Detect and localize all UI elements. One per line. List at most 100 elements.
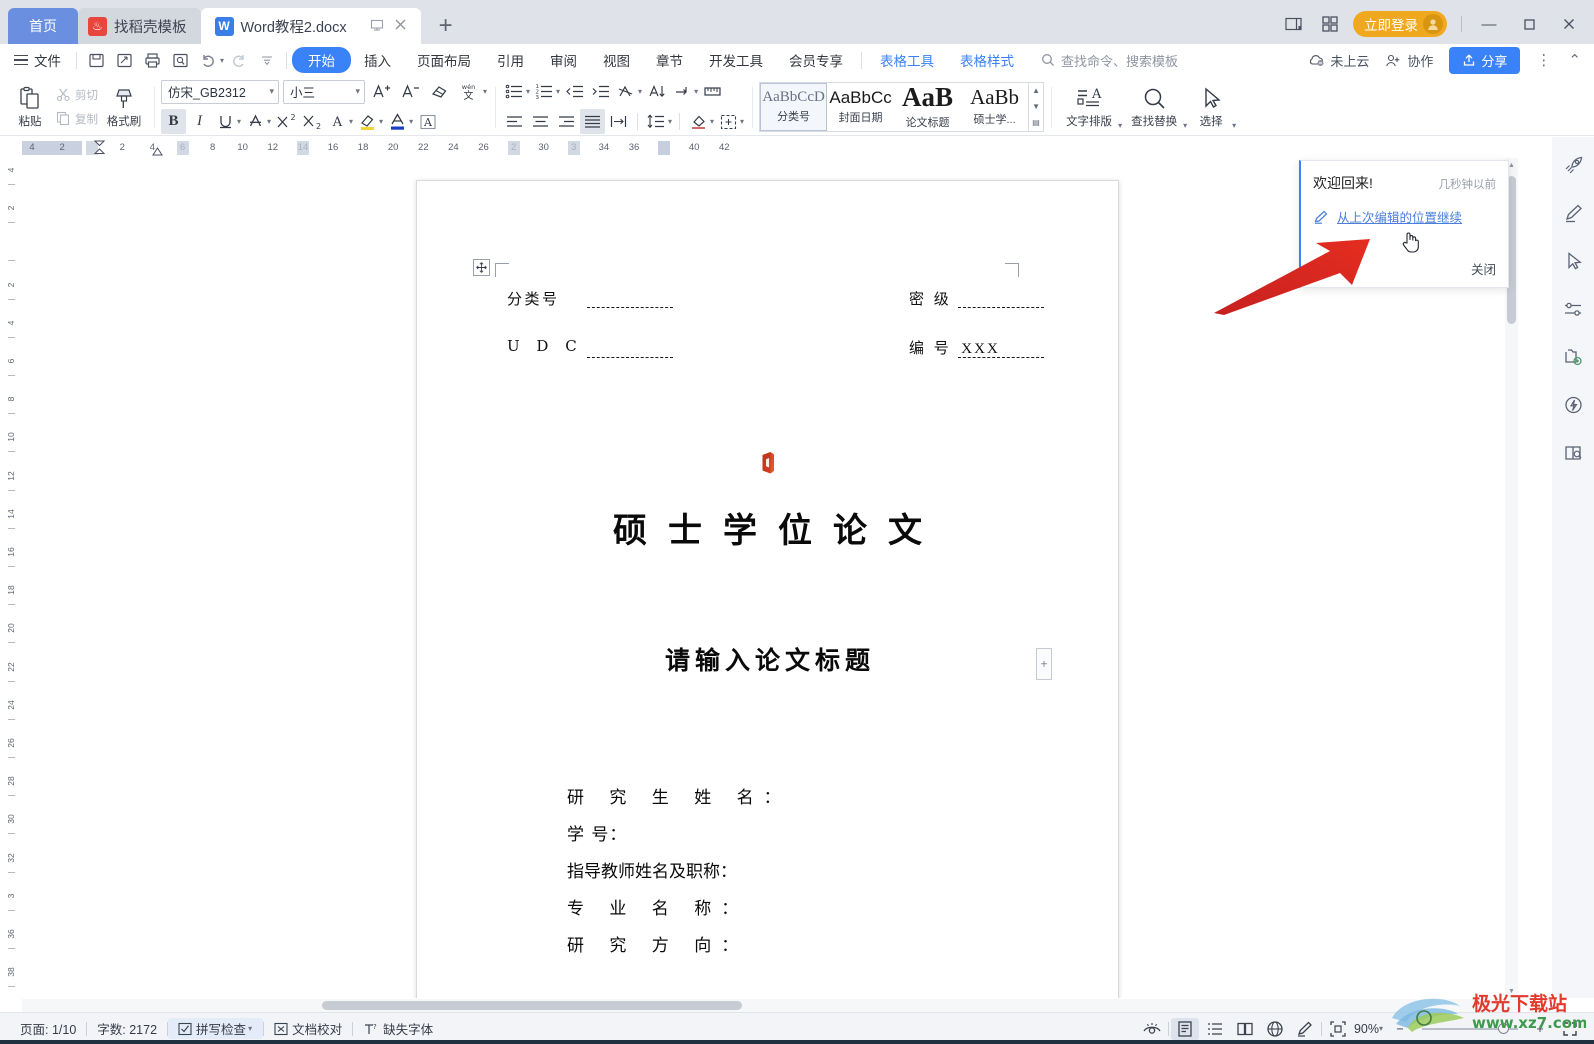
underline-dropdown-icon[interactable]: ▾ bbox=[237, 117, 241, 126]
character-border-button[interactable]: A bbox=[325, 109, 350, 134]
bullet-list-button[interactable] bbox=[502, 79, 527, 104]
print-preview-icon[interactable] bbox=[166, 48, 194, 72]
align-justify-button[interactable] bbox=[580, 109, 606, 134]
maximize-button[interactable] bbox=[1516, 13, 1542, 35]
align-right-button[interactable] bbox=[554, 109, 579, 134]
style-item-0[interactable]: AaBbCcD 分类号 bbox=[760, 82, 828, 131]
find-replace-button[interactable]: 查找替换 bbox=[1123, 84, 1185, 129]
style-gallery-nav[interactable]: ▲ ▼ ▤ bbox=[1028, 82, 1044, 131]
align-left-button[interactable] bbox=[502, 109, 527, 134]
zoom-out-button[interactable]: − bbox=[1386, 1018, 1414, 1040]
chevron-down-icon[interactable]: ▾ bbox=[483, 87, 487, 96]
ribbon-tab-references[interactable]: 引用 bbox=[484, 47, 537, 73]
strikethrough-dropdown-icon[interactable]: ▾ bbox=[267, 117, 271, 126]
welcome-back-popup[interactable]: 欢迎回来! 几秒钟以前 从上次编辑的位置继续 关闭 bbox=[1299, 160, 1509, 288]
outline-view-icon[interactable] bbox=[1201, 1018, 1229, 1040]
settings-sliders-icon[interactable] bbox=[1559, 295, 1587, 323]
document-page[interactable]: 分类号 U D C 密 级 编 号 XXX 硕士学位论文 请输入论文标题 + 研… bbox=[416, 180, 1119, 998]
chevron-down-icon[interactable]: ▾ bbox=[1232, 121, 1236, 130]
chevron-down-icon[interactable]: ▾ bbox=[710, 117, 714, 126]
table-move-handle[interactable] bbox=[473, 259, 490, 276]
save-as-icon[interactable] bbox=[110, 48, 138, 72]
grow-font-button[interactable] bbox=[369, 79, 394, 104]
sort-button[interactable] bbox=[644, 79, 669, 104]
collaborate-button[interactable]: 协作 bbox=[1385, 51, 1433, 70]
share-button[interactable]: 分享 bbox=[1449, 46, 1521, 74]
copy-button[interactable]: 复制 bbox=[53, 108, 101, 129]
strikethrough-button[interactable] bbox=[243, 109, 268, 134]
customize-quick-access-icon[interactable] bbox=[253, 48, 281, 72]
tab-home[interactable]: 首页 bbox=[8, 8, 78, 44]
chevron-down-icon[interactable]: ▾ bbox=[248, 1024, 252, 1033]
highlight-button[interactable] bbox=[355, 109, 380, 134]
grid-icon[interactable] bbox=[1321, 15, 1339, 33]
style-gallery[interactable]: AaBbCcD 分类号 AaBbCc 封面日期 AaB 论文标题 AaBb 硕士… bbox=[759, 81, 1045, 132]
chevron-down-icon[interactable]: ▾ bbox=[1118, 121, 1122, 130]
chevron-down-icon[interactable]: ▾ bbox=[1183, 121, 1187, 130]
cloud-status[interactable]: 未上云 bbox=[1308, 51, 1369, 70]
chevron-down-icon[interactable]: ▾ bbox=[349, 117, 353, 126]
chevron-down-icon[interactable]: ▾ bbox=[638, 87, 642, 96]
save-icon[interactable] bbox=[82, 48, 110, 72]
show-formatting-marks-button[interactable] bbox=[670, 79, 695, 104]
ribbon-tab-start[interactable]: 开始 bbox=[292, 47, 352, 73]
expand-gallery-icon[interactable]: ▤ bbox=[1032, 118, 1040, 127]
paste-button[interactable]: 粘贴 bbox=[7, 84, 53, 129]
superscript-button[interactable]: 2 bbox=[273, 109, 298, 134]
chevron-down-icon[interactable]: ▾ bbox=[379, 117, 383, 126]
field-udc[interactable]: U D C bbox=[507, 337, 583, 355]
font-color-button[interactable] bbox=[385, 109, 410, 134]
ribbon-tab-page-layout[interactable]: 页面布局 bbox=[404, 47, 484, 73]
fit-page-icon[interactable] bbox=[1324, 1018, 1352, 1040]
zoom-dropdown-icon[interactable]: ▾ bbox=[1379, 1024, 1383, 1033]
decrease-indent-button[interactable] bbox=[562, 79, 587, 104]
ruler-tab-marker[interactable] bbox=[176, 141, 189, 155]
scroll-down-icon[interactable]: ▼ bbox=[1032, 102, 1040, 111]
page-indicator[interactable]: 页面: 1/10 bbox=[10, 1019, 86, 1038]
select-button[interactable]: 选择 bbox=[1188, 84, 1234, 129]
page-view-icon[interactable] bbox=[1170, 1017, 1199, 1040]
ribbon-tab-table-styles[interactable]: 表格样式 bbox=[947, 47, 1027, 73]
increase-indent-button[interactable] bbox=[588, 79, 613, 104]
tab-close-icon[interactable] bbox=[394, 18, 407, 34]
ribbon-tab-review[interactable]: 审阅 bbox=[537, 47, 590, 73]
book-search-icon[interactable] bbox=[1559, 439, 1587, 467]
print-icon[interactable] bbox=[138, 48, 166, 72]
field-number[interactable]: 编 号 XXX bbox=[909, 337, 1000, 358]
ribbon-tab-insert[interactable]: 插入 bbox=[351, 47, 404, 73]
style-item-3[interactable]: AaBb 硕士学... bbox=[961, 83, 1028, 131]
close-button[interactable] bbox=[1556, 13, 1582, 35]
first-line-indent-marker[interactable] bbox=[152, 146, 163, 156]
eye-icon[interactable] bbox=[1138, 1018, 1166, 1040]
collapse-ribbon-icon[interactable]: ⌃ bbox=[1568, 51, 1582, 69]
underline-button[interactable] bbox=[213, 109, 238, 134]
italic-button[interactable]: I bbox=[187, 109, 212, 134]
continue-from-last-edit-link[interactable]: 从上次编辑的位置继续 bbox=[1301, 193, 1508, 226]
style-item-1[interactable]: AaBbCc 封面日期 bbox=[827, 83, 894, 131]
chevron-down-icon[interactable]: ▾ bbox=[740, 117, 744, 126]
line-spacing-button[interactable] bbox=[644, 109, 669, 134]
font-family-combo[interactable]: 仿宋_GB2312 ▾ bbox=[161, 79, 279, 104]
cursor-icon[interactable] bbox=[1559, 247, 1587, 275]
smart-typeset-button[interactable] bbox=[614, 79, 639, 104]
distribute-button[interactable] bbox=[606, 109, 631, 134]
zoom-slider[interactable] bbox=[1422, 1022, 1518, 1034]
chevron-down-icon[interactable]: ▾ bbox=[556, 87, 560, 96]
rocket-icon[interactable] bbox=[1559, 151, 1587, 179]
text-layout-button[interactable]: A 文字排版 bbox=[1058, 84, 1120, 129]
ribbon-tab-view[interactable]: 视图 bbox=[590, 47, 643, 73]
shrink-font-button[interactable] bbox=[398, 79, 423, 104]
more-options-icon[interactable]: ⋮ bbox=[1536, 51, 1552, 69]
vertical-ruler[interactable]: 4 2 2 4 6 8 10 12 14 16 18 20 22 24 26 28 30 32 3 36 38 bbox=[0, 137, 22, 998]
document-info-fields[interactable]: 研 究 生 姓 名： 学 号： 指导教师姓名及职称： 专 业 名 称： 研 究 … bbox=[567, 783, 791, 968]
welcome-close-link[interactable]: 关闭 bbox=[1471, 259, 1496, 278]
zoom-in-button[interactable]: + bbox=[1526, 1018, 1554, 1040]
screen-split-icon[interactable] bbox=[1285, 16, 1307, 32]
cut-button[interactable]: 剪切 bbox=[53, 84, 101, 105]
chevron-down-icon[interactable]: ▾ bbox=[409, 117, 413, 126]
character-shading-button[interactable]: A bbox=[415, 109, 440, 134]
image-tool-icon[interactable] bbox=[1559, 343, 1587, 371]
doc-proof-button[interactable]: 文档校对 bbox=[264, 1019, 352, 1038]
chevron-down-icon[interactable]: ▾ bbox=[526, 87, 530, 96]
field-classification[interactable]: 分类号 bbox=[507, 288, 560, 309]
